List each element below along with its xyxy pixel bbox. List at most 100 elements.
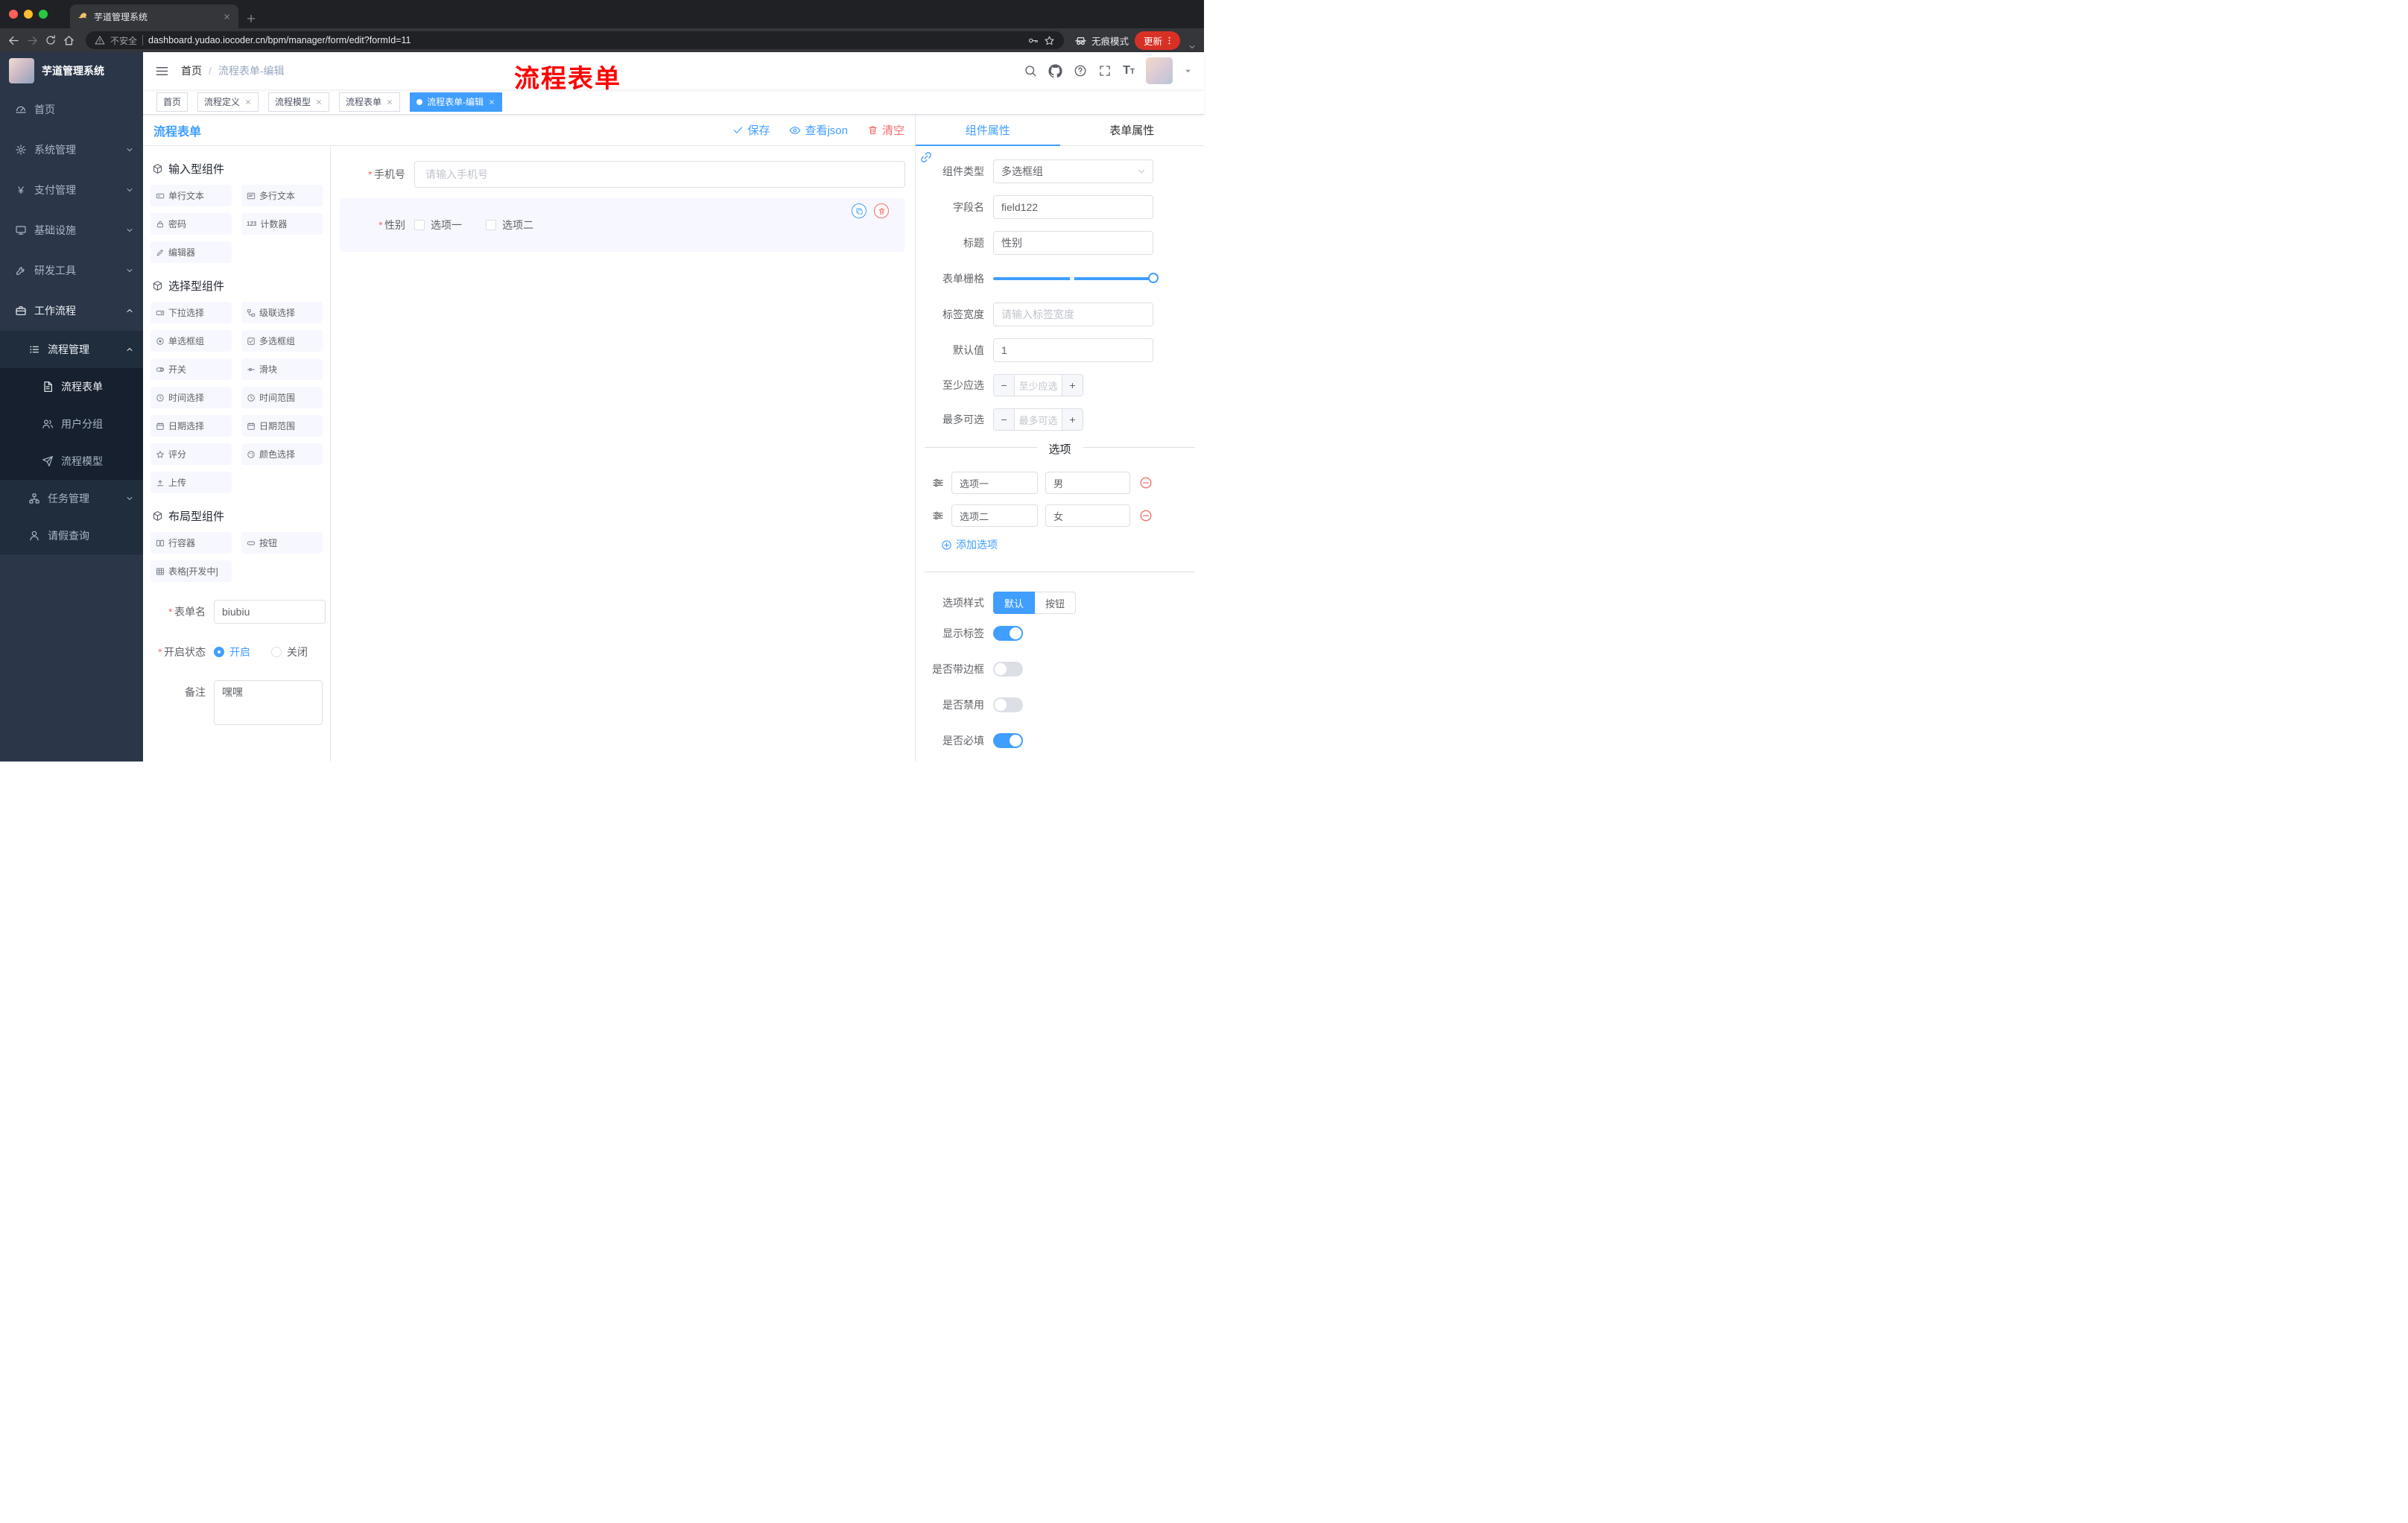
palette-item-color-picker[interactable]: 颜色选择 — [241, 443, 323, 465]
max-select-value[interactable]: 最多可选 — [1015, 409, 1062, 430]
browser-tab[interactable]: 芋道管理系统 — [70, 4, 238, 28]
selected-form-item-gender[interactable]: * 性别 选项一 选项二 — [340, 198, 905, 252]
github-icon[interactable] — [1048, 64, 1062, 78]
form-name-input[interactable] — [214, 600, 326, 624]
with-border-toggle[interactable] — [993, 662, 1023, 677]
option-1-value-input[interactable] — [1045, 472, 1130, 494]
palette-item-date-picker[interactable]: 日期选择 — [150, 415, 232, 437]
clear-button[interactable]: 清空 — [867, 122, 904, 138]
remove-option-icon[interactable] — [1139, 509, 1153, 522]
palette-item-rate[interactable]: 评分 — [150, 443, 232, 465]
checkbox-option-2[interactable]: 选项二 — [486, 218, 533, 232]
tag-process-model[interactable]: 流程模型 — [268, 92, 330, 112]
palette-item-upload[interactable]: 上传 — [150, 472, 232, 493]
title-input[interactable] — [993, 231, 1153, 255]
tab-form-properties[interactable]: 表单属性 — [1060, 115, 1205, 145]
reload-button[interactable] — [45, 34, 57, 46]
tag-close-icon[interactable] — [386, 98, 393, 106]
password-key-icon[interactable] — [1027, 35, 1039, 46]
drag-handle-icon[interactable] — [932, 477, 944, 489]
palette-item-checkbox-group[interactable]: 多选框组 — [241, 330, 323, 352]
back-button[interactable] — [7, 34, 20, 47]
palette-item-time-range[interactable]: 时间范围 — [241, 387, 323, 408]
sidebar-item-infrastructure[interactable]: 基础设施 — [0, 210, 143, 250]
tag-close-icon[interactable] — [315, 98, 323, 106]
form-grid-slider[interactable] — [993, 267, 1159, 291]
remove-option-icon[interactable] — [1139, 476, 1153, 490]
help-icon[interactable] — [1074, 64, 1087, 77]
drag-handle-icon[interactable] — [932, 510, 944, 522]
decrease-button[interactable]: − — [994, 375, 1015, 396]
palette-item-button[interactable]: 按钮 — [241, 532, 323, 554]
sidebar-item-process-model[interactable]: 流程模型 — [0, 443, 143, 480]
decrease-button[interactable]: − — [994, 409, 1015, 430]
status-radio-on[interactable]: 开启 — [214, 645, 250, 659]
sidebar-item-workflow[interactable]: 工作流程 — [0, 291, 143, 331]
palette-item-date-range[interactable]: 日期范围 — [241, 415, 323, 437]
zoom-window-button[interactable] — [39, 10, 48, 19]
palette-item-cascader[interactable]: 级联选择 — [241, 302, 323, 323]
link-icon[interactable] — [919, 151, 933, 164]
increase-button[interactable]: + — [1062, 375, 1083, 396]
copy-item-button[interactable] — [852, 203, 866, 218]
palette-item-multi-line-text[interactable]: 多行文本 — [241, 185, 323, 206]
option-style-button-button[interactable]: 按钮 — [1035, 592, 1077, 614]
sidebar-item-dev-tools[interactable]: 研发工具 — [0, 250, 143, 291]
min-select-value[interactable]: 至少应选 — [1015, 375, 1062, 396]
option-2-name-input[interactable] — [951, 504, 1038, 527]
tag-close-icon[interactable] — [244, 98, 252, 106]
sidebar-item-system-management[interactable]: 系统管理 — [0, 130, 143, 170]
avatar-caret-icon[interactable] — [1184, 67, 1192, 75]
tab-component-properties[interactable]: 组件属性 — [916, 115, 1060, 146]
palette-item-editor[interactable]: 编辑器 — [150, 241, 232, 263]
toolbar-overflow-chevron-icon[interactable] — [1188, 42, 1197, 51]
option-1-name-input[interactable] — [951, 472, 1038, 494]
option-2-value-input[interactable] — [1045, 504, 1130, 527]
option-style-default-button[interactable]: 默认 — [993, 592, 1036, 614]
update-button[interactable]: 更新 — [1134, 31, 1180, 50]
search-icon[interactable] — [1024, 64, 1037, 77]
show-label-toggle[interactable] — [993, 626, 1023, 641]
sidebar-item-task-management[interactable]: 任务管理 — [0, 480, 143, 517]
component-type-select[interactable]: 多选框组 — [993, 159, 1153, 183]
phone-form-item[interactable]: * 手机号 — [340, 161, 905, 188]
browser-menu-dots-icon[interactable] — [1165, 36, 1174, 45]
default-value-input[interactable] — [993, 338, 1153, 362]
palette-item-table[interactable]: 表格[开发中] — [150, 560, 232, 582]
increase-button[interactable]: + — [1062, 409, 1083, 430]
sidebar-item-process-management[interactable]: 流程管理 — [0, 331, 143, 368]
palette-item-slider[interactable]: 滑块 — [241, 358, 323, 380]
breadcrumb-home[interactable]: 首页 — [181, 63, 202, 78]
tag-home[interactable]: 首页 — [156, 92, 188, 112]
tag-close-icon[interactable] — [488, 98, 495, 106]
view-json-button[interactable]: 查看json — [789, 122, 848, 138]
phone-input[interactable] — [414, 161, 905, 188]
new-tab-button[interactable] — [246, 13, 256, 24]
close-window-button[interactable] — [9, 10, 18, 19]
tag-process-form-edit[interactable]: 流程表单-编辑 — [410, 92, 503, 112]
save-button[interactable]: 保存 — [732, 122, 770, 138]
palette-item-radio-group[interactable]: 单选框组 — [150, 330, 232, 352]
tag-process-form[interactable]: 流程表单 — [339, 92, 401, 112]
bookmark-star-icon[interactable] — [1044, 35, 1055, 46]
palette-item-row-container[interactable]: 行容器 — [150, 532, 232, 554]
palette-item-select[interactable]: 下拉选择 — [150, 302, 232, 323]
field-name-input[interactable] — [993, 195, 1153, 219]
forward-button[interactable] — [26, 34, 39, 47]
hamburger-icon[interactable] — [155, 64, 169, 78]
sidebar-item-leave-query[interactable]: 请假查询 — [0, 517, 143, 554]
delete-item-button[interactable] — [874, 203, 889, 218]
minimize-window-button[interactable] — [24, 10, 33, 19]
palette-item-single-line-text[interactable]: 单行文本 — [150, 185, 232, 206]
status-radio-off[interactable]: 关闭 — [271, 645, 308, 659]
disabled-toggle[interactable] — [993, 697, 1023, 712]
app-logo[interactable]: 芋道管理系统 — [0, 52, 143, 89]
slider-handle[interactable] — [1148, 273, 1159, 283]
sidebar-item-home[interactable]: 首页 — [0, 89, 143, 130]
add-option-button[interactable]: 添加选项 — [941, 537, 1204, 552]
sidebar-item-process-form[interactable]: 流程表单 — [0, 368, 143, 405]
home-button[interactable] — [63, 34, 75, 47]
font-size-icon[interactable]: TT — [1123, 65, 1135, 77]
address-bar[interactable]: 不安全 dashboard.yudao.iocoder.cn/bpm/manag… — [86, 31, 1064, 49]
remark-textarea[interactable]: 嘿嘿 — [214, 680, 323, 725]
